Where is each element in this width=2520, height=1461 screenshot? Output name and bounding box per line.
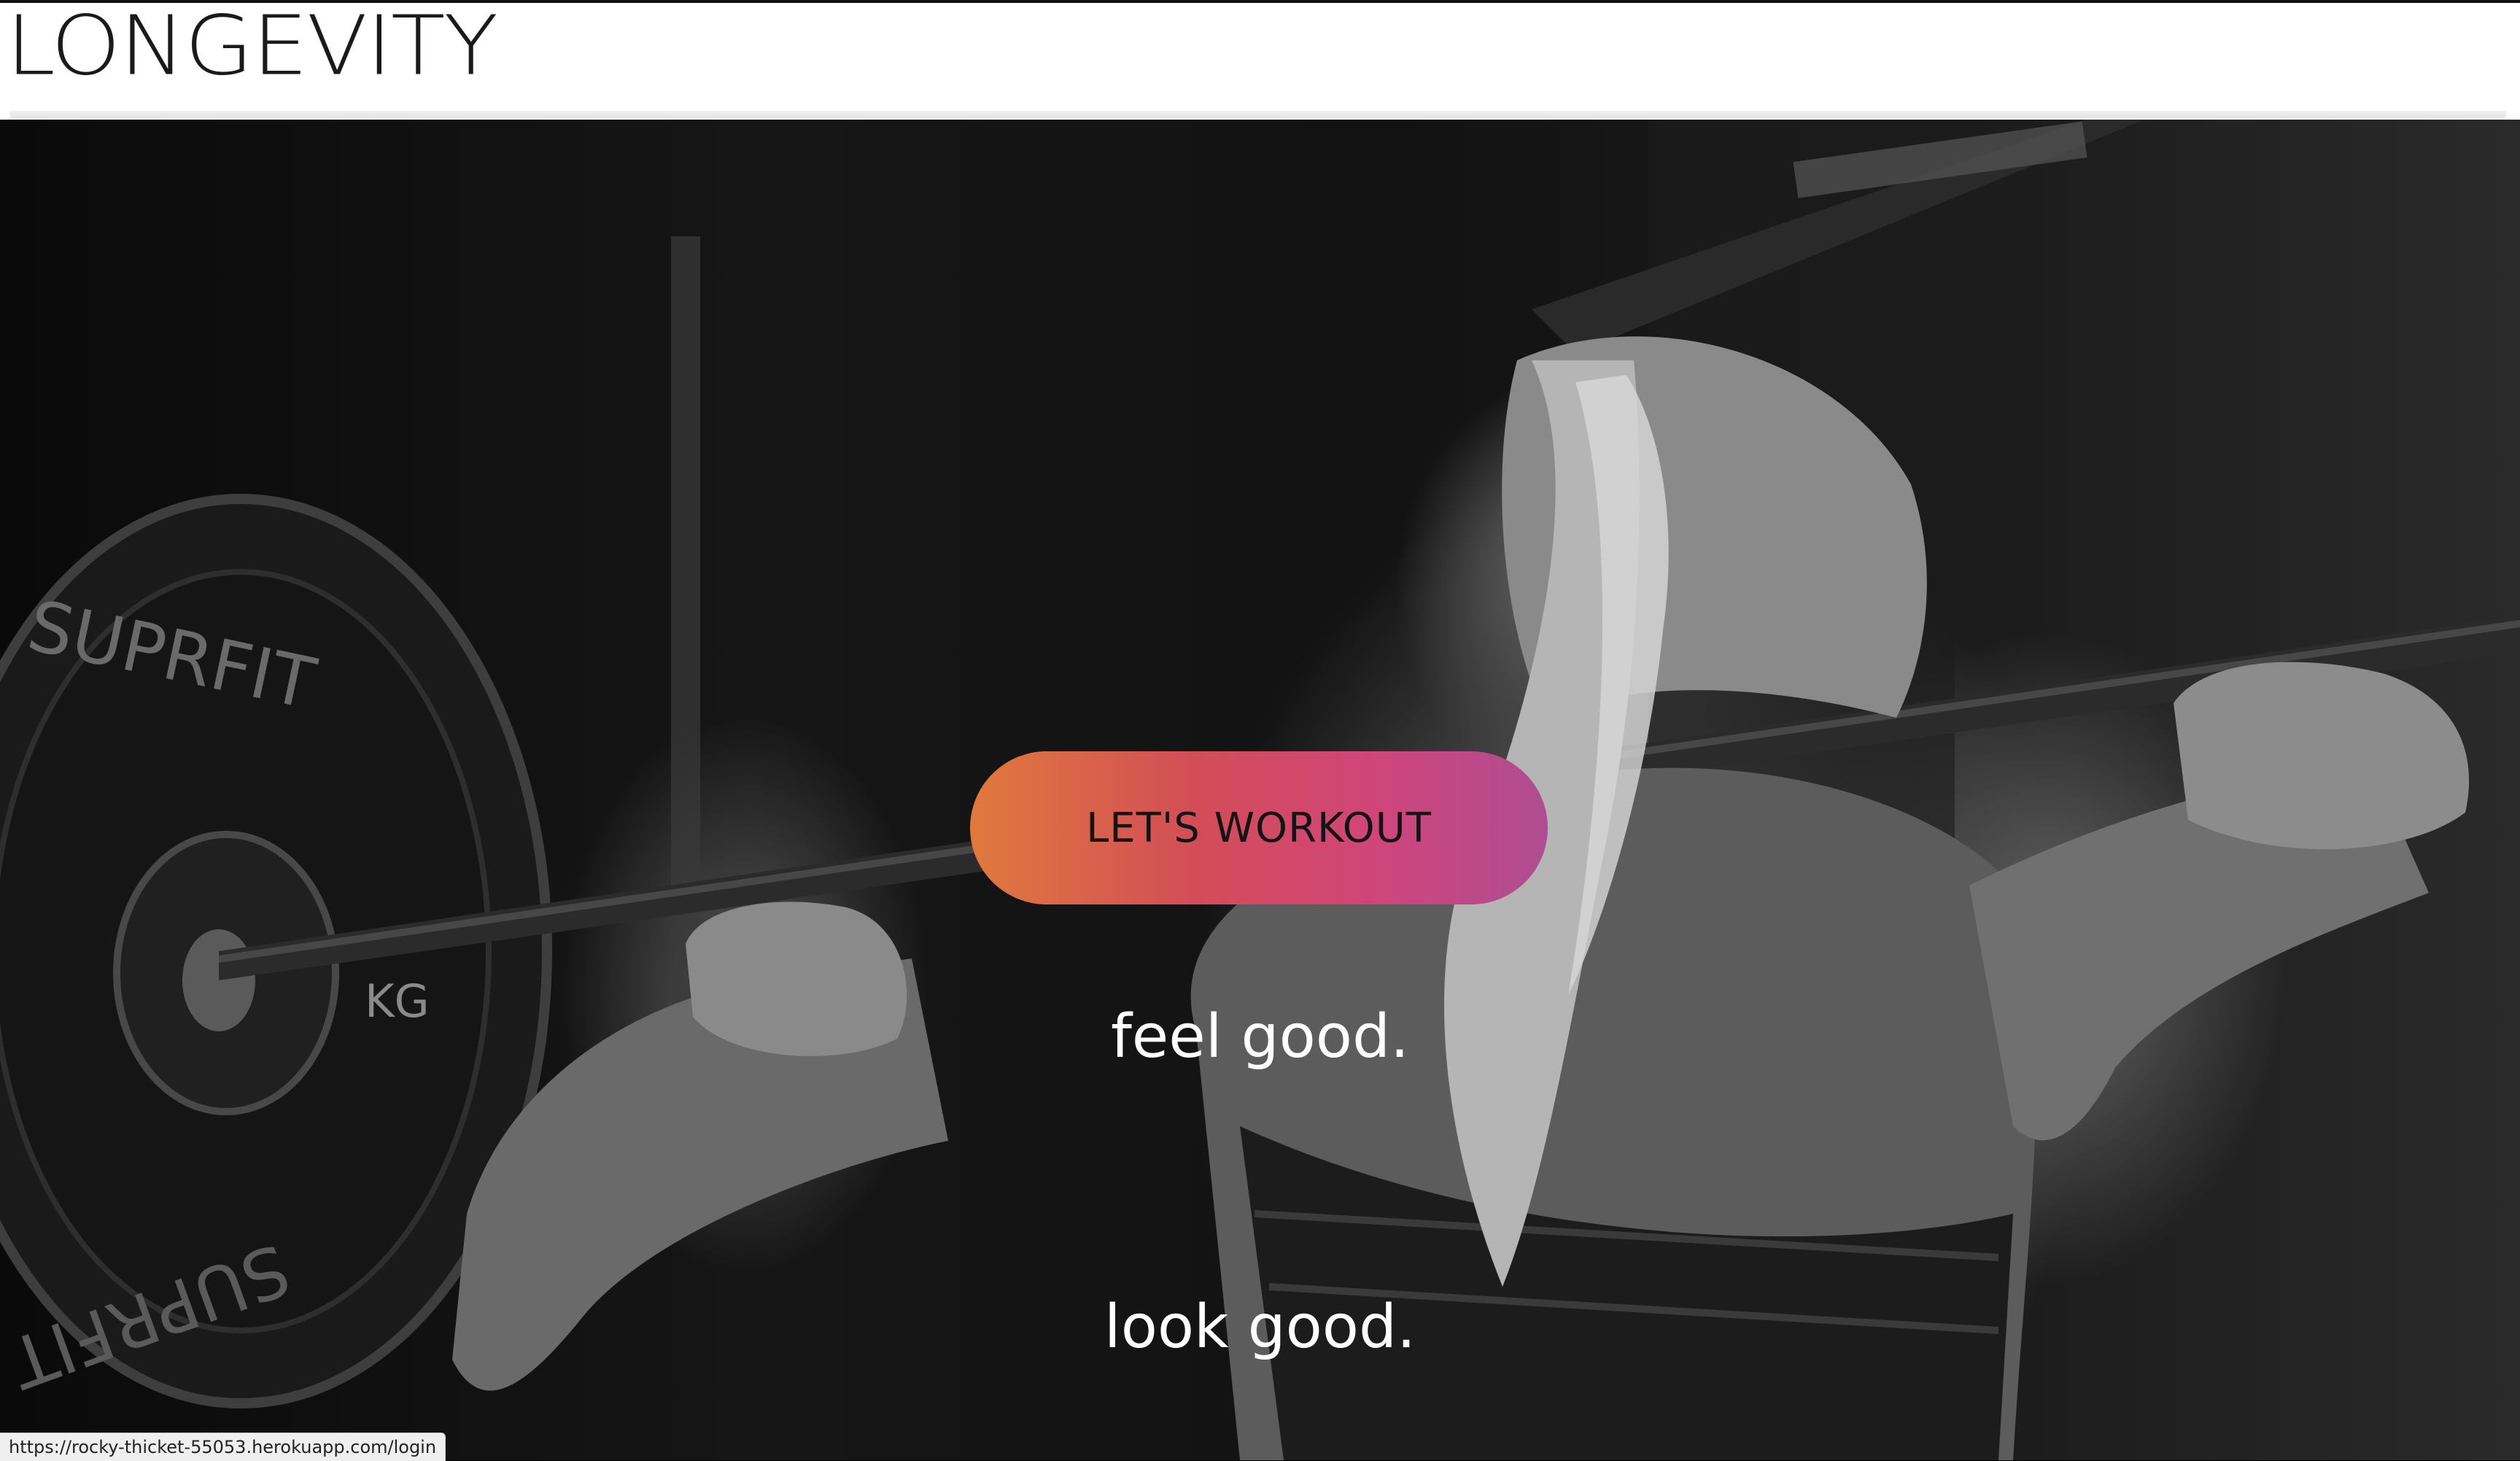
tagline-feel-good: feel good. bbox=[1110, 1002, 1410, 1071]
tagline-look-good: look good. bbox=[1104, 1293, 1416, 1362]
navbar-divider bbox=[10, 111, 2506, 118]
navbar: LONGEVITY bbox=[0, 3, 2520, 120]
lets-workout-button[interactable]: LET'S WORKOUT bbox=[970, 751, 1548, 904]
link-status-url: https://rocky-thicket-55053.herokuapp.co… bbox=[0, 1433, 446, 1461]
brand-logo[interactable]: LONGEVITY bbox=[6, 3, 498, 89]
hero-section: SUPRFIT KG SUPRFIT LET'S WORKOUT feel go… bbox=[0, 120, 2520, 1460]
